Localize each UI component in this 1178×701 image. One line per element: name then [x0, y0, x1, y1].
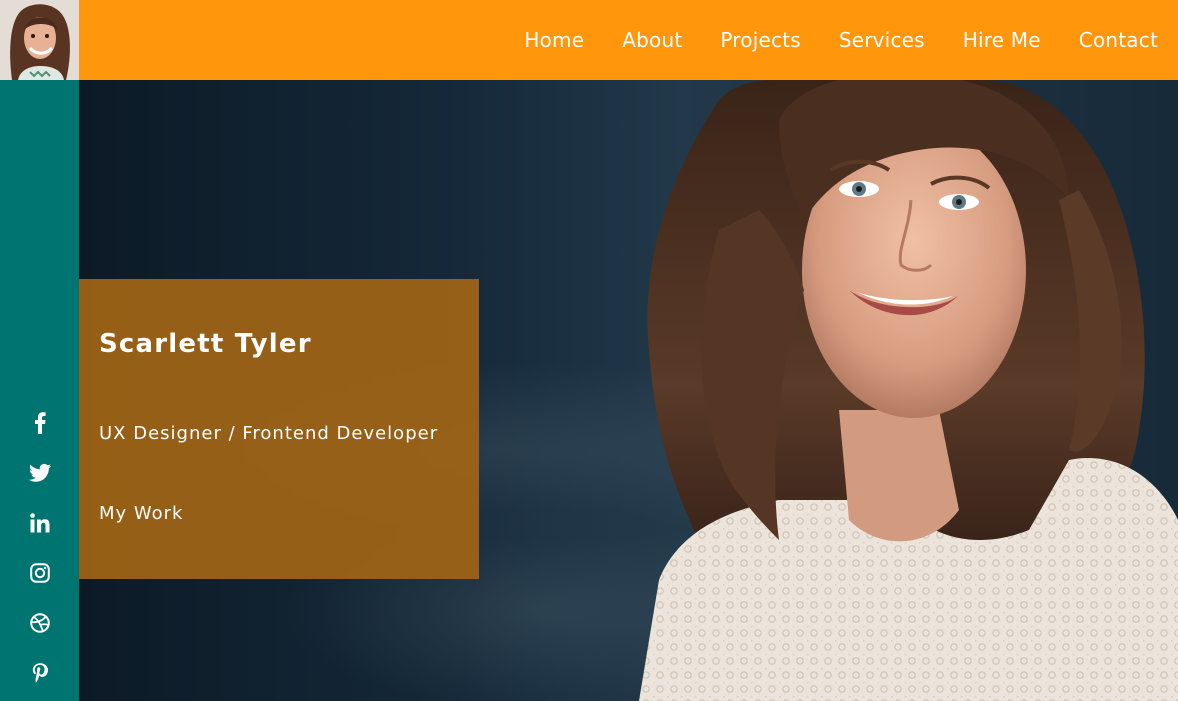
twitter-icon — [28, 463, 51, 482]
social-sidebar — [0, 80, 79, 701]
facebook-link[interactable] — [0, 408, 79, 438]
instagram-link[interactable] — [0, 558, 79, 588]
avatar-image — [0, 0, 79, 80]
dribbble-icon — [29, 613, 50, 633]
main-nav: Home About Projects Services Hire Me Con… — [524, 0, 1178, 80]
twitter-link[interactable] — [0, 458, 79, 488]
top-navigation-bar: Home About Projects Services Hire Me Con… — [79, 0, 1178, 80]
dribbble-link[interactable] — [0, 608, 79, 638]
facebook-icon — [34, 412, 46, 434]
my-work-link[interactable]: My Work — [99, 503, 183, 524]
avatar[interactable] — [0, 0, 79, 80]
linkedin-link[interactable] — [0, 508, 79, 538]
instagram-icon — [29, 563, 50, 583]
pinterest-link[interactable] — [0, 658, 79, 688]
nav-projects-link[interactable]: Projects — [720, 28, 800, 52]
profile-name: Scarlett Tyler — [99, 329, 312, 359]
linkedin-icon — [29, 513, 49, 533]
nav-services-link[interactable]: Services — [839, 28, 925, 52]
intro-card: Scarlett Tyler UX Designer / Frontend De… — [79, 279, 479, 579]
nav-home-link[interactable]: Home — [524, 28, 584, 52]
profile-role: UX Designer / Frontend Developer — [99, 423, 439, 444]
nav-hire-me-link[interactable]: Hire Me — [963, 28, 1041, 52]
nav-about-link[interactable]: About — [622, 28, 682, 52]
nav-contact-link[interactable]: Contact — [1079, 28, 1158, 52]
pinterest-icon — [32, 663, 48, 683]
